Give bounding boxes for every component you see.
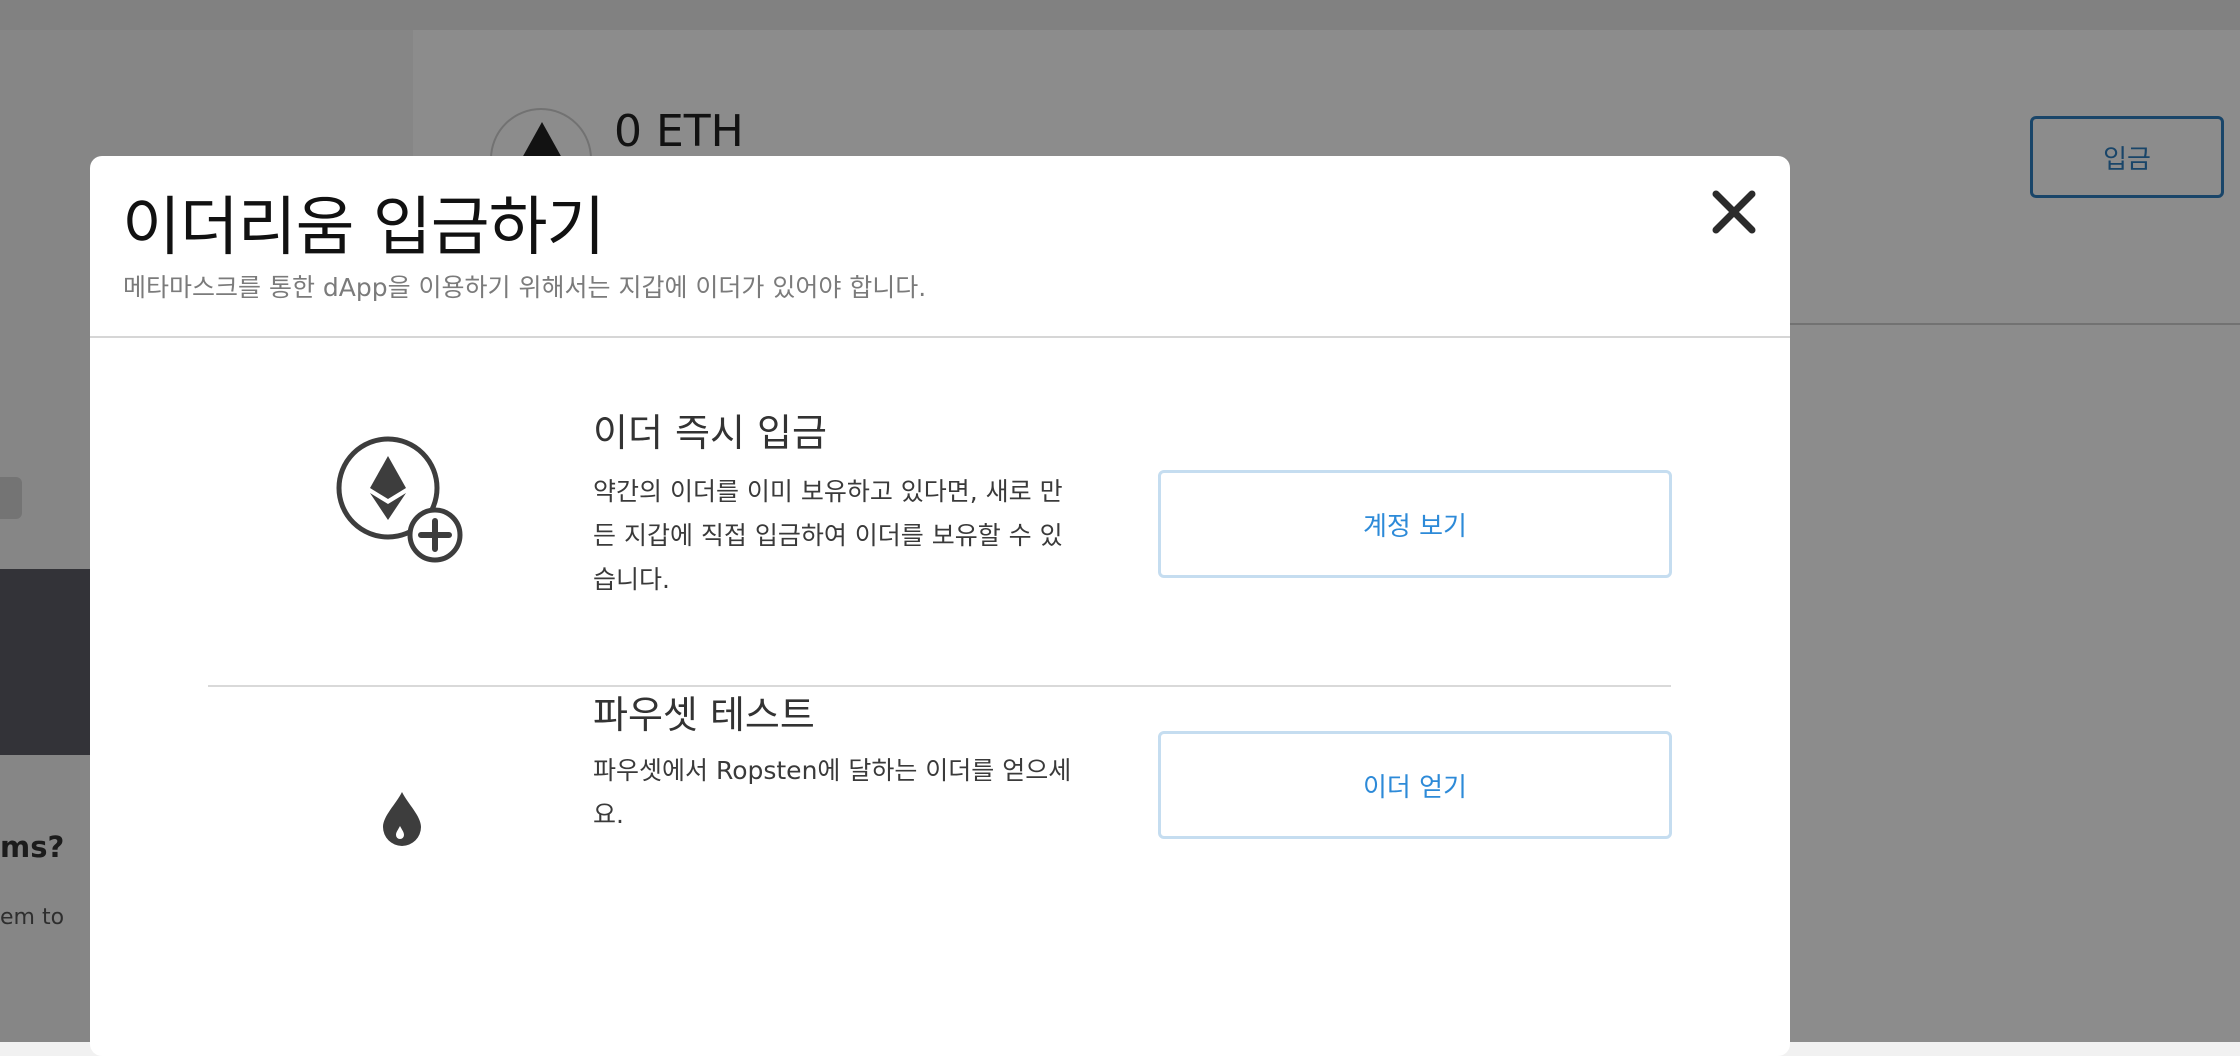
option-title: 이더 즉시 입금 [593,411,827,455]
faucet-drop-icon [380,790,424,848]
modal-title: 이더리움 입금하기 [122,191,605,265]
option-title: 파우셋 테스트 [593,693,815,737]
option-description: 파우셋에서 Ropsten에 달하는 이더를 얻으세요. [593,756,1072,829]
option-divider [208,685,1671,687]
ether-deposit-icon [336,436,466,566]
option-test-faucet: 파우셋 테스트 파우셋에서 Ropsten에 달하는 이더를 얻으세요. 이더 … [90,693,1790,1056]
deposit-ether-modal: 이더리움 입금하기 메타마스크를 통한 dApp을 이용하기 위해서는 지갑에 … [90,156,1790,1056]
modal-subtitle: 메타마스크를 통한 dApp을 이용하기 위해서는 지갑에 이더가 있어야 합니… [123,273,927,302]
modal-header: 이더리움 입금하기 메타마스크를 통한 dApp을 이용하기 위해서는 지갑에 … [90,156,1790,338]
get-ether-button[interactable]: 이더 얻기 [1158,731,1672,839]
option-direct-deposit: 이더 즉시 입금 약간의 이더를 이미 보유하고 있다면, 새로 만든 지갑에 … [90,338,1790,702]
close-icon[interactable] [1710,188,1758,236]
option-description: 약간의 이더를 이미 보유하고 있다면, 새로 만든 지갑에 직접 입금하여 이… [593,477,1063,594]
view-account-button[interactable]: 계정 보기 [1158,470,1672,578]
